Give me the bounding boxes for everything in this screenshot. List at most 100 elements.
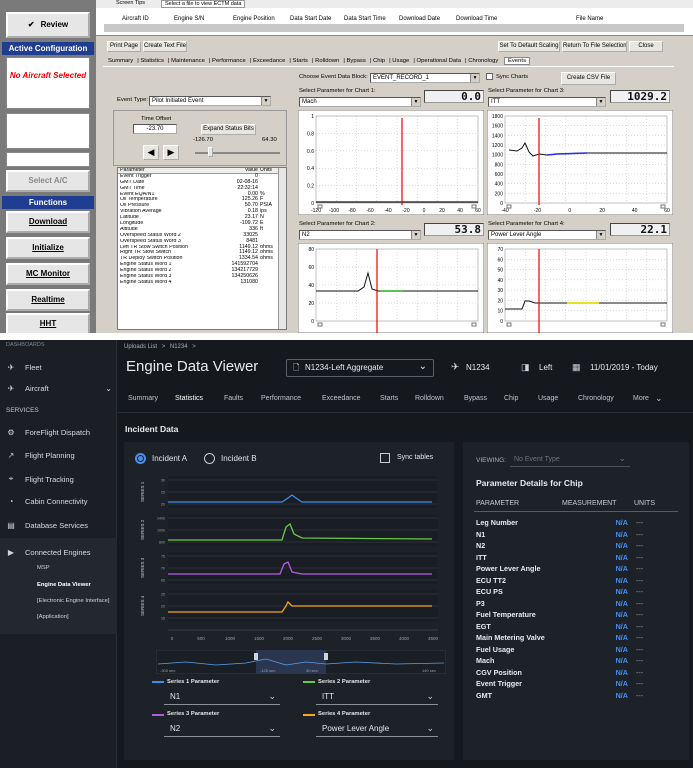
chevron-down-icon[interactable]: ⌄	[655, 393, 663, 404]
sync-tables-checkbox[interactable]	[380, 453, 390, 463]
incident-a-radio[interactable]	[135, 453, 146, 464]
set-default-scaling-button[interactable]: Set To Default Scaling	[498, 41, 560, 52]
series3-param-select[interactable]: N2 ⌄	[164, 721, 280, 737]
create-text-file-button[interactable]: Create Text File	[143, 41, 187, 52]
nav-msp[interactable]: MSP	[37, 565, 50, 571]
event-type-select[interactable]: No Event Type ⌄	[510, 452, 630, 467]
file-list[interactable]: Aircraft ID Engine S/N Engine Position D…	[96, 8, 693, 36]
select-ac-button[interactable]: Select A/C	[6, 170, 90, 192]
file-select[interactable]: 🗋 N1234-Left Aggregate ⌄	[286, 359, 434, 377]
chart2-plot[interactable]: 80 60 40 20 0	[298, 243, 484, 333]
breadcrumb-n1234[interactable]: N1234	[170, 344, 188, 350]
mc-monitor-button[interactable]: MC Monitor	[6, 263, 90, 285]
tab-operational-data[interactable]: Operational Data	[417, 58, 462, 64]
file-row-selected[interactable]	[104, 24, 684, 32]
chart2-param-select[interactable]: N2 ▼	[299, 230, 421, 240]
tab-chronology[interactable]: Chronology	[468, 58, 498, 64]
tab-summary[interactable]: Summary	[128, 395, 158, 402]
review-button[interactable]: ✔ Review	[6, 12, 90, 38]
tab-events[interactable]: Events	[504, 57, 531, 65]
event-type-select[interactable]: Pilot Initiated Event ▼	[149, 96, 271, 106]
scrubber-handle-right[interactable]	[324, 653, 328, 660]
chart4-plot[interactable]: 70 60 50 40 30 20 10 0	[487, 243, 673, 333]
nav-cabin-connectivity[interactable]: ◔ Cabin Connectivity	[6, 497, 88, 506]
time-offset-field[interactable]: -23.70	[133, 124, 177, 134]
nav-database-services[interactable]: ▤ Database Services	[6, 521, 88, 530]
nav-foreflight[interactable]: ⚙ ForeFlight Dispatch	[6, 428, 90, 437]
chart1-scroll-thumb-left[interactable]	[317, 204, 323, 209]
tab-performance[interactable]: Performance	[261, 395, 301, 402]
chart2-scroll-thumb-right[interactable]	[471, 322, 477, 327]
nav-connected-engines[interactable]: ▶ Connected Engines	[6, 548, 91, 557]
tab-summary[interactable]: Summary	[108, 58, 133, 64]
time-scrubber[interactable]: -300 sec -125 sec 30 sec 140 sec	[156, 650, 446, 674]
hht-button[interactable]: HHT	[6, 313, 90, 333]
tab-chip[interactable]: Chip	[373, 58, 385, 64]
col-data-start-date: Data Start Date	[290, 16, 332, 22]
return-file-selection-button[interactable]: Return To File Selection	[562, 41, 627, 52]
chart3-scroll-thumb-left[interactable]	[506, 204, 512, 209]
tab-starts[interactable]: Starts	[293, 58, 308, 64]
tab-maintenance[interactable]: Maintenance	[171, 58, 205, 64]
series2-param-select[interactable]: ITT ⌄	[316, 689, 438, 705]
chart3-param-select[interactable]: ITT ▼	[488, 97, 606, 107]
expand-status-bits-button[interactable]: Expand Status Bits	[201, 124, 256, 135]
date-range[interactable]: 11/01/2019 - Today	[590, 363, 658, 372]
event-block-select[interactable]: EVENT_RECORD_1 ▼	[370, 73, 480, 83]
time-slider-thumb[interactable]	[208, 147, 213, 157]
tab-exceedance[interactable]: Exceedance	[253, 58, 285, 64]
chart2-scroll-thumb-left[interactable]	[317, 322, 323, 327]
nav-aircraft[interactable]: ✈ Aircraft ⌄	[6, 384, 112, 393]
nav-electronic-engine-interface[interactable]: [Electronic Engine Interface]	[37, 598, 110, 604]
nav-fleet[interactable]: ✈ Fleet	[6, 363, 42, 372]
tab-bypass[interactable]: Bypass	[464, 395, 487, 402]
tab-statistics[interactable]: Statistics	[140, 58, 164, 64]
tab-bypass[interactable]: Bypass	[347, 58, 366, 64]
tab-rolldown[interactable]: Rolldown	[315, 58, 339, 64]
details-cell: N/A	[615, 564, 628, 573]
tab-starts[interactable]: Starts	[380, 395, 398, 402]
series1-param-select[interactable]: N1 ⌄	[164, 689, 280, 705]
step-forward-button[interactable]: ▶	[163, 145, 179, 160]
chart1-param-select[interactable]: Mach ▼	[299, 97, 421, 107]
chart3-scroll-thumb-right[interactable]	[660, 204, 666, 209]
realtime-button[interactable]: Realtime	[6, 289, 90, 311]
tab-usage[interactable]: Usage	[538, 395, 558, 402]
chart4-param-select[interactable]: Power Lever Angle ▼	[488, 230, 606, 240]
nav-engine-data-viewer[interactable]: Engine Data Viewer	[37, 582, 91, 588]
download-button[interactable]: Download	[6, 211, 90, 233]
step-back-button[interactable]: ◀	[143, 145, 159, 160]
chart3-plot[interactable]: 180016001400120010008006004002000-40 -20 0…	[487, 110, 673, 215]
tab-performance[interactable]: Performance	[212, 58, 246, 64]
tab-chip[interactable]: Chip	[504, 395, 518, 402]
nav-application[interactable]: [Application]	[37, 614, 69, 620]
tab-faults[interactable]: Faults	[224, 395, 243, 402]
create-csv-button[interactable]: Create CSV File	[561, 72, 616, 85]
table-row[interactable]: Engine Status Word 4 131080	[118, 279, 286, 286]
series4-param-select[interactable]: Power Lever Angle ⌄	[316, 721, 438, 737]
chart3-y-tick: 200	[495, 191, 504, 197]
tab-rolldown[interactable]: Rolldown	[415, 395, 444, 402]
tab-usage[interactable]: Usage	[392, 58, 409, 64]
breadcrumb-uploads[interactable]: Uploads List	[124, 344, 157, 350]
tab-exceedance[interactable]: Exceedance	[322, 395, 361, 402]
scrubber-handle-left[interactable]	[254, 653, 258, 660]
nav-flight-planning[interactable]: ↗ Flight Planning	[6, 451, 75, 460]
modern-sidebar: DASHBOARDS ✈ Fleet ✈ Aircraft ⌄ SERVICES ⚙ F…	[0, 340, 117, 768]
chart4-scroll-thumb-left[interactable]	[506, 322, 512, 327]
initialize-button[interactable]: Initialize	[6, 237, 90, 259]
series-charts[interactable]: 30 25 20 SERIES 1 1400 1000 800 SERIES 2 75 70 65 S…	[132, 472, 450, 644]
print-page-button[interactable]: Print Page	[107, 41, 141, 52]
chart4-scroll-thumb-right[interactable]	[660, 322, 666, 327]
tab-chronology[interactable]: Chronology	[578, 395, 614, 402]
incident-b-radio[interactable]	[204, 453, 215, 464]
nav-flight-tracking[interactable]: ⌖ Flight Tracking	[6, 474, 74, 484]
chart1-plot[interactable]: 10.80.60.40.20-120 -100 -80 -60 -40 -20 0 20 40 6…	[298, 110, 484, 215]
table-scrollbar[interactable]	[278, 168, 286, 329]
tab-statistics[interactable]: Statistics	[175, 395, 203, 402]
database-icon: ▤	[7, 521, 15, 530]
sync-charts-checkbox[interactable]	[486, 73, 493, 80]
tab-more[interactable]: More	[633, 395, 649, 402]
chart1-scroll-thumb-right[interactable]	[471, 204, 477, 209]
close-button[interactable]: Close	[629, 41, 663, 52]
